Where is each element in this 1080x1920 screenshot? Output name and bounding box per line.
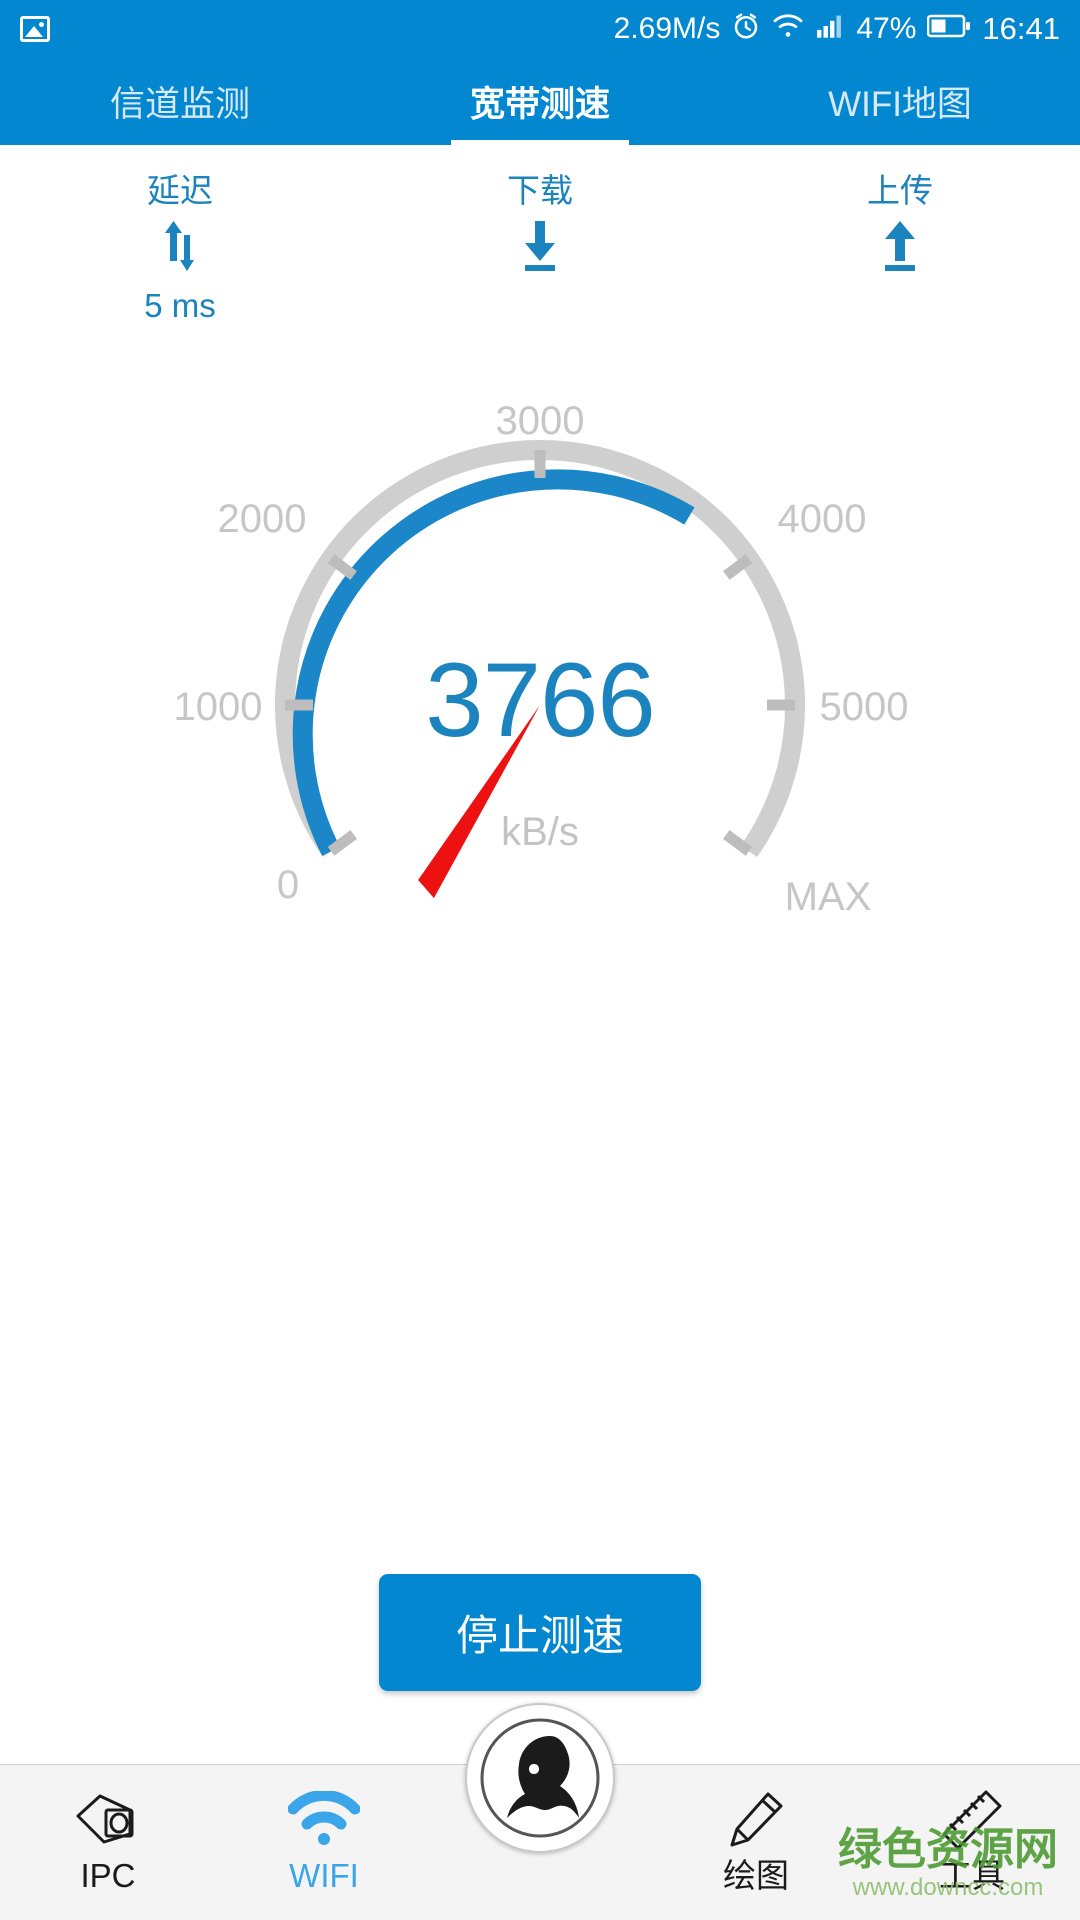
battery-percent-text: 47% — [856, 11, 917, 45]
gauge-tick-label-max: MAX — [785, 875, 872, 919]
tab-bar: 信道监测 宽带测速 WIFI地图 — [0, 57, 1080, 145]
metric-label: 延迟 — [147, 172, 213, 209]
tab-wifi-map[interactable]: WIFI地图 — [720, 57, 1080, 145]
nav-item-draw[interactable]: 绘图 — [648, 1765, 864, 1892]
wifi-icon — [288, 1783, 360, 1857]
up-down-arrows-icon — [150, 221, 210, 272]
status-bar-right: 2.69M/s 47% 16:41 — [614, 11, 1060, 46]
image-icon — [20, 15, 50, 42]
gauge-tick-label-4000: 4000 — [778, 497, 867, 541]
gauge-value-text: 3766 — [425, 642, 656, 759]
lion-logo-icon — [465, 1703, 615, 1853]
download-arrow-icon — [510, 221, 570, 272]
gauge-unit-text: kB/s — [501, 810, 579, 854]
signal-bars-icon — [815, 13, 845, 44]
metric-label: 上传 — [867, 172, 933, 209]
status-bar: 2.69M/s 47% 16:41 — [0, 0, 1080, 57]
ruler-icon — [940, 1783, 1004, 1857]
tab-label: WIFI地图 — [828, 84, 972, 124]
alarm-icon — [731, 11, 761, 46]
metric-latency: 延迟 5 ms — [0, 145, 360, 375]
clock-text: 16:41 — [982, 11, 1060, 46]
tab-channel-monitor[interactable]: 信道监测 — [0, 57, 360, 145]
metric-value: 5 ms — [144, 287, 216, 325]
metric-label: 下载 — [507, 172, 573, 209]
upload-arrow-icon — [870, 221, 930, 272]
wifi-icon — [772, 13, 804, 44]
metrics-row: 延迟 5 ms 下载 上传 — [0, 145, 1080, 375]
tab-label: 宽带测速 — [469, 84, 610, 124]
metric-upload: 上传 — [720, 145, 1080, 375]
nav-item-ipc[interactable]: IPC — [0, 1765, 216, 1892]
gauge-tick-label-0: 0 — [277, 863, 299, 907]
nav-item-tools[interactable]: 工具 — [864, 1765, 1080, 1892]
camera-icon — [70, 1783, 146, 1857]
nav-label: 工具 — [939, 1857, 1005, 1894]
nav-label: WIFI — [289, 1857, 359, 1894]
nav-label: 绘图 — [723, 1857, 789, 1894]
tab-broadband-speedtest[interactable]: 宽带测速 — [360, 57, 720, 145]
status-bar-left — [20, 15, 50, 42]
speed-gauge: 0 1000 2000 3000 4000 5000 MAX 3766 kB/s — [0, 380, 1080, 980]
nav-item-wifi[interactable]: WIFI — [216, 1765, 432, 1892]
network-speed-text: 2.69M/s — [613, 11, 721, 45]
stop-speedtest-button[interactable]: 停止测速 — [379, 1574, 701, 1691]
app-root: 2.69M/s 47% 16:41 信道监测 宽带测速 WIFI地图 延迟 5 … — [0, 0, 1080, 1920]
gauge-tick-label-3000: 3000 — [496, 399, 585, 443]
bottom-nav: IPC WIFI 绘图 工具 — [0, 1703, 1080, 1920]
tab-label: 信道监测 — [109, 84, 250, 124]
metric-download: 下载 — [360, 145, 720, 375]
battery-icon — [927, 13, 971, 44]
gauge-tick-label-2000: 2000 — [218, 497, 307, 541]
pencil-icon — [724, 1783, 788, 1857]
nav-label: IPC — [80, 1857, 136, 1894]
